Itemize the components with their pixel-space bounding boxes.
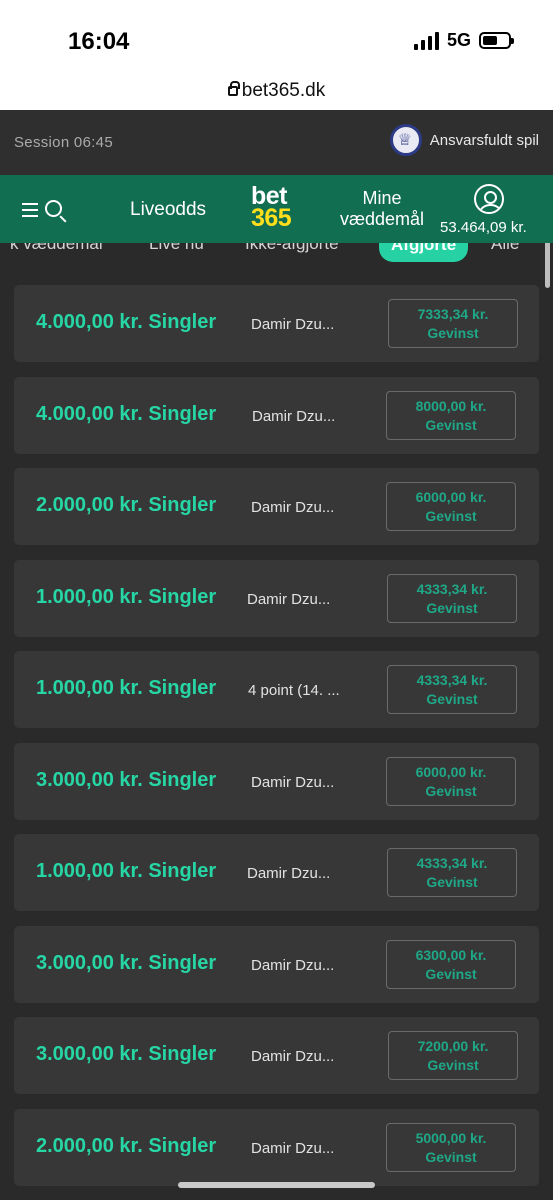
battery-icon: [479, 32, 514, 49]
winnings-label: Gevinst: [427, 325, 479, 341]
bet-card[interactable]: 4.000,00 kr. Singler Damir Dzu... 7333,3…: [14, 285, 539, 362]
winnings-label: Gevinst: [425, 508, 477, 524]
bet-stake-title: 3.000,00 kr. Singler: [36, 769, 217, 791]
winnings-amount: 4333,34 kr.: [416, 855, 488, 871]
tab-unsettled[interactable]: Ikke-afgjorte: [245, 243, 339, 254]
bet-stake-title: 1.000,00 kr. Singler: [36, 586, 217, 608]
bet-stake-title: 3.000,00 kr. Singler: [36, 1043, 217, 1065]
tab-all[interactable]: Alle: [491, 243, 519, 254]
tab-live-now[interactable]: Live nu: [149, 243, 204, 254]
nav-liveodds[interactable]: Liveodds: [130, 199, 206, 221]
bet-card[interactable]: 1.000,00 kr. Singler Damir Dzu... 4333,3…: [14, 560, 539, 637]
winnings-box: 7333,34 kr. Gevinst: [388, 299, 518, 348]
network-label: 5G: [446, 30, 471, 50]
session-timer: Session 06:45: [14, 134, 113, 151]
search-icon[interactable]: [45, 200, 62, 217]
bet-filter-tabs: k væddemål Live nu Ikke-afgjorte Afgjort…: [0, 243, 553, 263]
winnings-amount: 7333,34 kr.: [417, 306, 489, 322]
bet-description: Damir Dzu...: [251, 957, 335, 974]
bet-stake-title: 4.000,00 kr. Singler: [36, 403, 217, 425]
bet-stake-title: 3.000,00 kr. Singler: [36, 952, 217, 974]
status-bar: 16:04 5G bet365.dk: [0, 0, 553, 110]
responsible-gaming-link[interactable]: Ansvarsfuldt spil: [389, 124, 539, 156]
winnings-label: Gevinst: [425, 783, 477, 799]
my-bets-line2: væddemål: [339, 209, 425, 229]
bet-description: Damir Dzu...: [251, 316, 335, 333]
bet-card[interactable]: 1.000,00 kr. Singler Damir Dzu... 4333,3…: [14, 834, 539, 911]
winnings-amount: 6000,00 kr.: [415, 764, 487, 780]
bet-description: Damir Dzu...: [247, 865, 331, 882]
winnings-box: 6000,00 kr. Gevinst: [386, 757, 516, 806]
bet-description: Damir Dzu...: [247, 591, 331, 608]
url-text: bet365.dk: [241, 80, 326, 101]
tab-settled[interactable]: Afgjorte: [379, 243, 469, 262]
winnings-box: 4333,34 kr. Gevinst: [387, 848, 517, 897]
session-bar: Session 06:45 Ansvarsfuldt spil: [0, 110, 553, 288]
winnings-label: Gevinst: [426, 691, 478, 707]
bet-stake-title: 2.000,00 kr. Singler: [36, 1135, 217, 1157]
account-balance[interactable]: 53.464,09 kr.: [440, 219, 527, 236]
status-indicators: 5G: [413, 30, 514, 51]
bet-card[interactable]: 3.000,00 kr. Singler Damir Dzu... 6000,0…: [14, 743, 539, 820]
bet-card[interactable]: 3.000,00 kr. Singler Damir Dzu... 7200,0…: [14, 1017, 539, 1094]
logo-text-bottom: 365: [251, 204, 292, 232]
nav-my-bets[interactable]: Mine væddemål: [334, 188, 430, 230]
bet-card[interactable]: 3.000,00 kr. Singler Damir Dzu... 6300,0…: [14, 926, 539, 1003]
winnings-amount: 4333,34 kr.: [416, 672, 488, 688]
lock-icon: [227, 81, 240, 96]
winnings-box: 5000,00 kr. Gevinst: [386, 1123, 516, 1172]
tab-all-bets-partial[interactable]: k væddemål: [10, 243, 103, 254]
bet-card[interactable]: 4.000,00 kr. Singler Damir Dzu... 8000,0…: [14, 377, 539, 454]
winnings-label: Gevinst: [425, 417, 477, 433]
bet-card[interactable]: 1.000,00 kr. Singler 4 point (14. ... 43…: [14, 651, 539, 728]
winnings-box: 8000,00 kr. Gevinst: [386, 391, 516, 440]
bet365-logo[interactable]: bet 365: [251, 184, 303, 232]
winnings-amount: 6300,00 kr.: [415, 947, 487, 963]
winnings-amount: 6000,00 kr.: [415, 489, 487, 505]
responsible-gaming-label: Ansvarsfuldt spil: [429, 131, 539, 149]
home-indicator[interactable]: [178, 1182, 375, 1188]
winnings-amount: 7200,00 kr.: [417, 1038, 489, 1054]
my-bets-line1: Mine: [362, 188, 402, 208]
winnings-box: 4333,34 kr. Gevinst: [387, 574, 517, 623]
bet-description: Damir Dzu...: [251, 1140, 335, 1157]
winnings-amount: 8000,00 kr.: [415, 398, 487, 414]
bet-description: Damir Dzu...: [251, 774, 335, 791]
account-icon[interactable]: [474, 184, 504, 214]
bet-description: 4 point (14. ...: [248, 682, 340, 699]
top-navigation: Liveodds bet 365 Mine væddemål 53.464,09…: [0, 175, 553, 243]
winnings-label: Gevinst: [426, 874, 478, 890]
bet-description: Damir Dzu...: [251, 1048, 335, 1065]
status-time: 16:04: [68, 28, 130, 55]
bet-description: Damir Dzu...: [252, 408, 336, 425]
winnings-box: 6000,00 kr. Gevinst: [386, 482, 516, 531]
bet-description: Damir Dzu...: [251, 499, 335, 516]
winnings-label: Gevinst: [425, 966, 477, 982]
winnings-label: Gevinst: [427, 1057, 479, 1073]
signal-icon: [413, 31, 439, 50]
bet-stake-title: 1.000,00 kr. Singler: [36, 677, 217, 699]
winnings-label: Gevinst: [425, 1149, 477, 1165]
bet-card[interactable]: 2.000,00 kr. Singler Damir Dzu... 6000,0…: [14, 468, 539, 545]
winnings-box: 4333,34 kr. Gevinst: [387, 665, 517, 714]
bet-stake-title: 1.000,00 kr. Singler: [36, 860, 217, 882]
url-bar[interactable]: bet365.dk: [0, 80, 553, 102]
winnings-box: 7200,00 kr. Gevinst: [388, 1031, 518, 1080]
bet-card[interactable]: 2.000,00 kr. Singler Damir Dzu... 5000,0…: [14, 1109, 539, 1186]
winnings-label: Gevinst: [426, 600, 478, 616]
menu-icon[interactable]: [22, 203, 38, 217]
bet-stake-title: 4.000,00 kr. Singler: [36, 311, 217, 333]
winnings-amount: 5000,00 kr.: [415, 1130, 487, 1146]
winnings-amount: 4333,34 kr.: [416, 581, 488, 597]
winnings-box: 6300,00 kr. Gevinst: [386, 940, 516, 989]
bet-stake-title: 2.000,00 kr. Singler: [36, 494, 217, 516]
responsible-gaming-seal-icon: [389, 124, 422, 156]
